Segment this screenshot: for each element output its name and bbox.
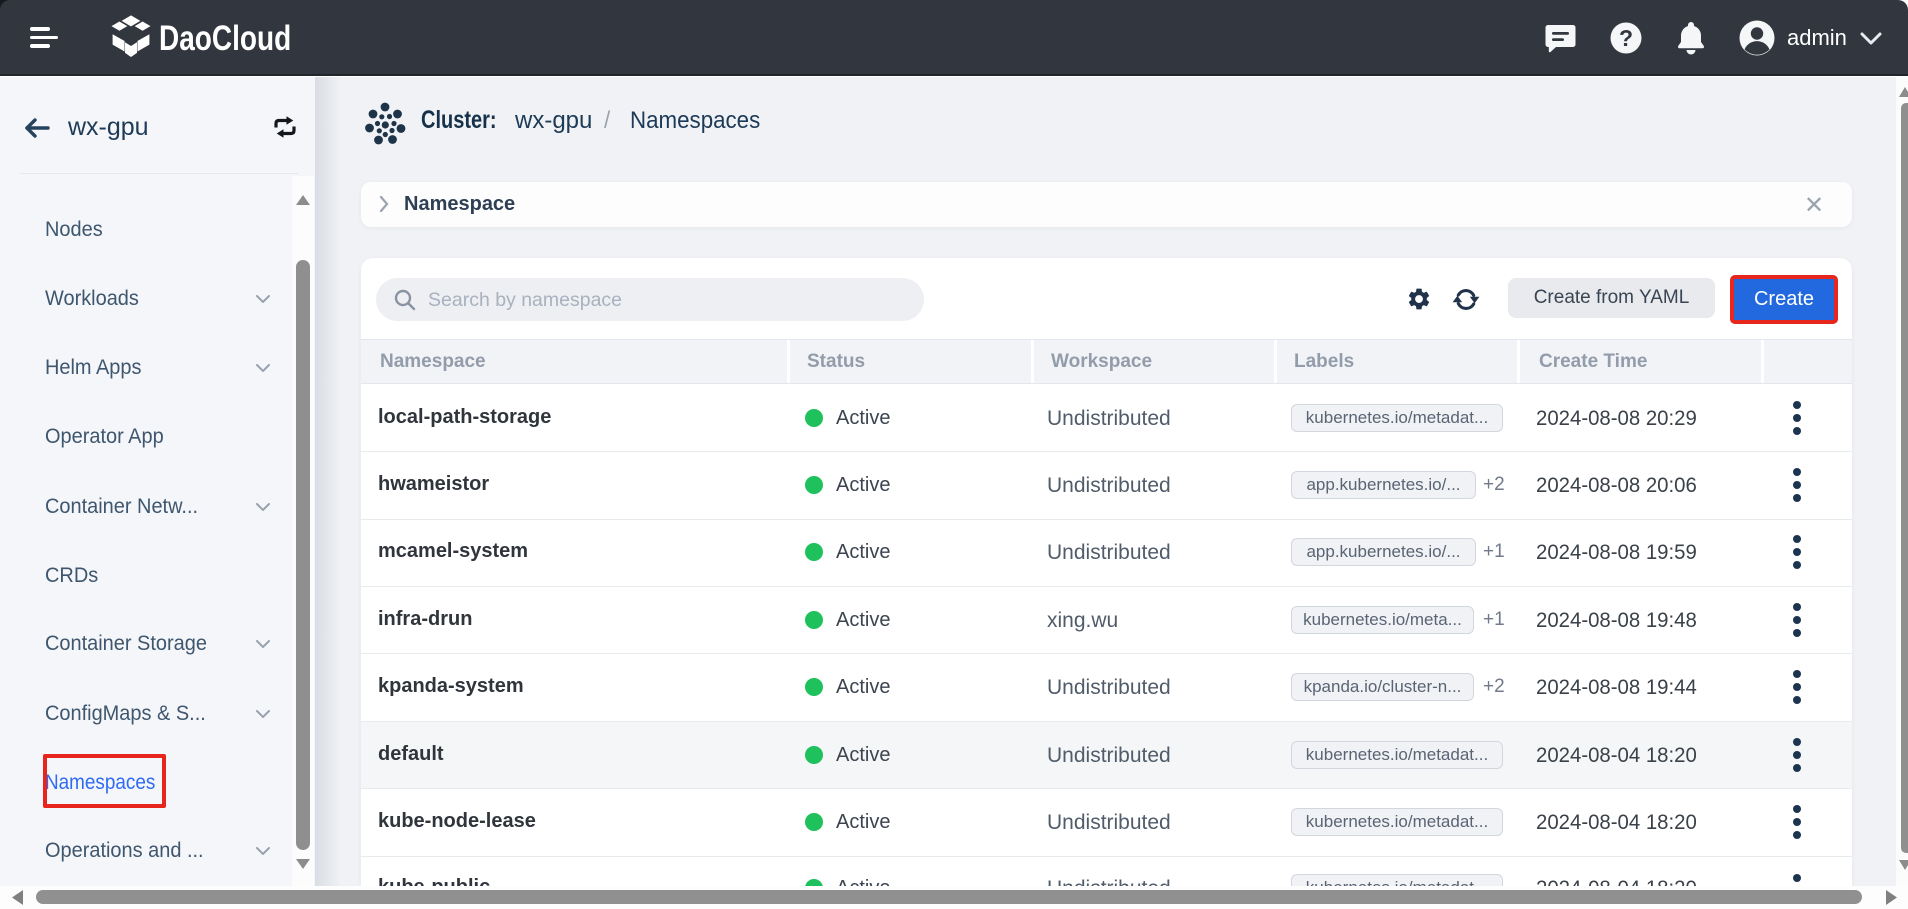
svg-text:?: ?	[1619, 25, 1633, 51]
